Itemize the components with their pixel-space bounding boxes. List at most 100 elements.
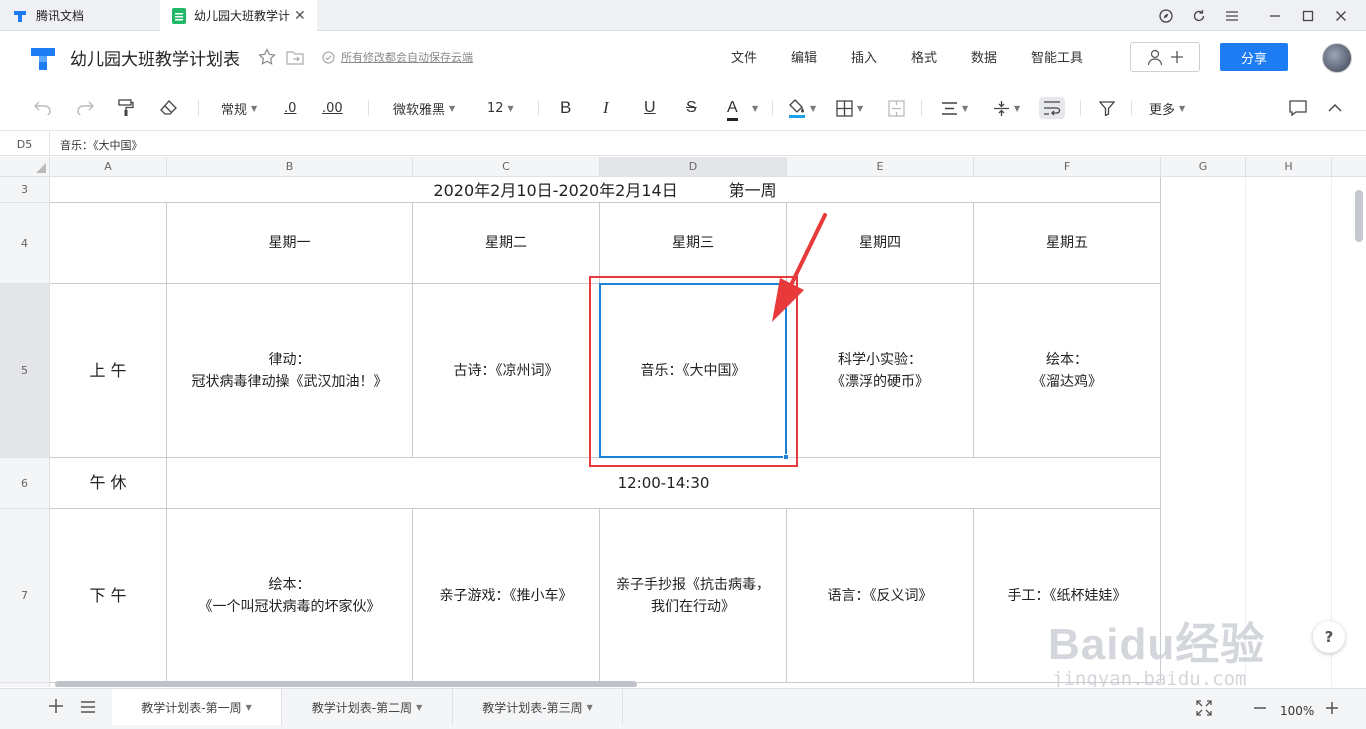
cell-c7[interactable]: 亲子游戏：《推小车》 xyxy=(413,509,600,683)
redo-icon[interactable] xyxy=(76,97,94,119)
weekday-tuesday[interactable]: 星期二 xyxy=(413,203,600,284)
tencent-docs-logo-icon[interactable] xyxy=(28,44,58,72)
sheet-tab-week2[interactable]: 教学计划表-第二周 ▼ xyxy=(282,689,453,725)
minimize-icon[interactable] xyxy=(1264,5,1286,27)
vertical-scrollbar[interactable] xyxy=(1355,190,1363,242)
menu-icon[interactable] xyxy=(1221,5,1243,27)
avatar[interactable] xyxy=(1322,43,1352,73)
tab-spreadsheet[interactable]: 幼儿园大班教学计 ✕ xyxy=(160,0,317,31)
maximize-icon[interactable] xyxy=(1297,5,1319,27)
zoom-in-icon[interactable] xyxy=(1325,699,1339,720)
undo-icon[interactable] xyxy=(34,97,52,119)
close-icon[interactable] xyxy=(1330,5,1352,27)
cell-reference[interactable]: D5 xyxy=(0,132,50,156)
italic-button[interactable]: I xyxy=(603,97,609,119)
cell-f5[interactable]: 绘本： 《溜达鸡》 xyxy=(974,284,1161,458)
afternoon-label[interactable]: 下 午 xyxy=(50,509,167,683)
decrease-decimal-button[interactable]: .0 xyxy=(284,97,296,119)
noon-label[interactable]: 午 休 xyxy=(50,458,167,509)
horizontal-scrollbar[interactable] xyxy=(55,681,637,687)
cell-e7[interactable]: 语言：《反义词》 xyxy=(787,509,974,683)
fill-color-button[interactable]: ▼ xyxy=(788,97,816,119)
font-color-dropdown[interactable]: ▼ xyxy=(748,97,758,119)
fullscreen-icon[interactable] xyxy=(1196,700,1212,721)
sheet-tab-label: 教学计划表-第二周 xyxy=(311,700,413,715)
move-folder-icon[interactable] xyxy=(286,49,304,65)
row-header-3[interactable]: 3 xyxy=(0,177,50,203)
row-header-8[interactable]: 8 xyxy=(0,683,50,687)
morning-label[interactable]: 上 午 xyxy=(50,284,167,458)
column-header-f[interactable]: F xyxy=(974,157,1161,177)
font-family-dropdown[interactable]: 微软雅黑 ▼ xyxy=(393,97,455,119)
menu-data[interactable]: 数据 xyxy=(971,47,997,66)
formula-input[interactable]: 音乐：《大中国》 xyxy=(60,137,143,153)
cell-b7[interactable]: 绘本： 《一个叫冠状病毒的坏家伙》 xyxy=(167,509,413,683)
cell-c5[interactable]: 古诗：《凉州词》 xyxy=(413,284,600,458)
format-painter-icon[interactable] xyxy=(118,97,134,119)
row-header-5[interactable]: 5 xyxy=(0,284,50,458)
sheet-tab-week3[interactable]: 教学计划表-第三周 ▼ xyxy=(453,689,623,725)
share-button[interactable]: 分享 xyxy=(1220,43,1288,71)
more-button[interactable]: 更多 ▼ xyxy=(1149,97,1185,119)
column-header-b[interactable]: B xyxy=(167,157,413,177)
weekday-monday[interactable]: 星期一 xyxy=(167,203,413,284)
doc-title[interactable]: 幼儿园大班教学计划表 xyxy=(70,45,240,70)
add-sheet-icon[interactable] xyxy=(48,698,64,719)
menu-smart-tools[interactable]: 智能工具 xyxy=(1031,47,1083,66)
font-color-button[interactable]: A xyxy=(727,97,738,121)
borders-button[interactable]: ▼ xyxy=(836,97,863,119)
sheet-list-icon[interactable] xyxy=(80,698,96,719)
number-format-dropdown[interactable]: 常规 ▼ xyxy=(221,97,257,119)
zoom-level[interactable]: 100% xyxy=(1280,704,1314,718)
horizontal-align-button[interactable]: ▼ xyxy=(941,97,968,119)
week-title-cell[interactable]: 2020年2月10日-2020年2月14日 第一周 xyxy=(50,177,1161,203)
weekday-wednesday[interactable]: 星期三 xyxy=(600,203,787,284)
column-header-g[interactable]: G xyxy=(1161,157,1246,177)
column-header-d[interactable]: D xyxy=(600,157,787,177)
collapse-toolbar-icon[interactable] xyxy=(1328,97,1342,119)
column-header-a[interactable]: A xyxy=(50,157,167,177)
menu-insert[interactable]: 插入 xyxy=(851,47,877,66)
wrap-text-icon xyxy=(1044,101,1061,116)
column-header-e[interactable]: E xyxy=(787,157,974,177)
sheet-tab-label: 教学计划表-第三周 xyxy=(482,700,583,715)
tab-tencent-docs[interactable]: 腾讯文档 xyxy=(0,0,158,31)
menu-edit[interactable]: 编辑 xyxy=(791,47,817,66)
weekday-friday[interactable]: 星期五 xyxy=(974,203,1161,284)
spreadsheet-grid[interactable]: A B C D E F G H 3 4 5 6 7 8 2020年2月10日-2… xyxy=(0,157,1366,687)
increase-decimal-button[interactable]: .00 xyxy=(322,97,343,119)
refresh-icon[interactable] xyxy=(1188,5,1210,27)
merge-cells-icon[interactable] xyxy=(888,97,905,119)
column-header-c[interactable]: C xyxy=(413,157,600,177)
cell-a4[interactable] xyxy=(50,203,167,284)
add-collaborator-button[interactable] xyxy=(1130,42,1200,72)
underline-button[interactable]: U xyxy=(644,97,656,119)
strikethrough-button[interactable]: S xyxy=(686,97,697,119)
help-button[interactable]: ? xyxy=(1313,621,1345,653)
chevron-down-icon: ▼ xyxy=(507,103,514,113)
sheet-tab-bar: 教学计划表-第一周 ▼ 教学计划表-第二周 ▼ 教学计划表-第三周 ▼ 100% xyxy=(0,688,1366,729)
filter-icon[interactable] xyxy=(1099,97,1115,119)
vertical-align-button[interactable]: ▼ xyxy=(993,97,1020,119)
row-header-4[interactable]: 4 xyxy=(0,203,50,284)
bold-button[interactable]: B xyxy=(560,97,571,119)
comment-icon[interactable] xyxy=(1289,97,1307,119)
cell-b5[interactable]: 律动： 冠状病毒律动操《武汉加油！》 xyxy=(167,284,413,458)
menu-format[interactable]: 格式 xyxy=(911,47,937,66)
close-tab-icon[interactable]: ✕ xyxy=(294,8,306,24)
menu-file[interactable]: 文件 xyxy=(731,47,757,66)
star-icon[interactable] xyxy=(258,48,276,66)
chevron-down-icon: ▼ xyxy=(586,702,593,712)
select-all-corner[interactable] xyxy=(0,157,50,177)
sheet-tab-week1[interactable]: 教学计划表-第一周 ▼ xyxy=(112,689,282,725)
column-header-h[interactable]: H xyxy=(1246,157,1332,177)
zoom-out-icon[interactable] xyxy=(1253,699,1267,720)
font-size-dropdown[interactable]: 12 ▼ xyxy=(487,97,514,119)
wrap-text-button[interactable] xyxy=(1039,97,1065,119)
cell-d7[interactable]: 亲子手抄报《抗击病毒， 我们在行动》 xyxy=(600,509,787,683)
clear-format-icon[interactable] xyxy=(160,97,177,119)
chevron-down-icon: ▼ xyxy=(752,103,759,113)
compass-icon[interactable] xyxy=(1155,5,1177,27)
row-header-7[interactable]: 7 xyxy=(0,509,50,683)
row-header-6[interactable]: 6 xyxy=(0,458,50,509)
